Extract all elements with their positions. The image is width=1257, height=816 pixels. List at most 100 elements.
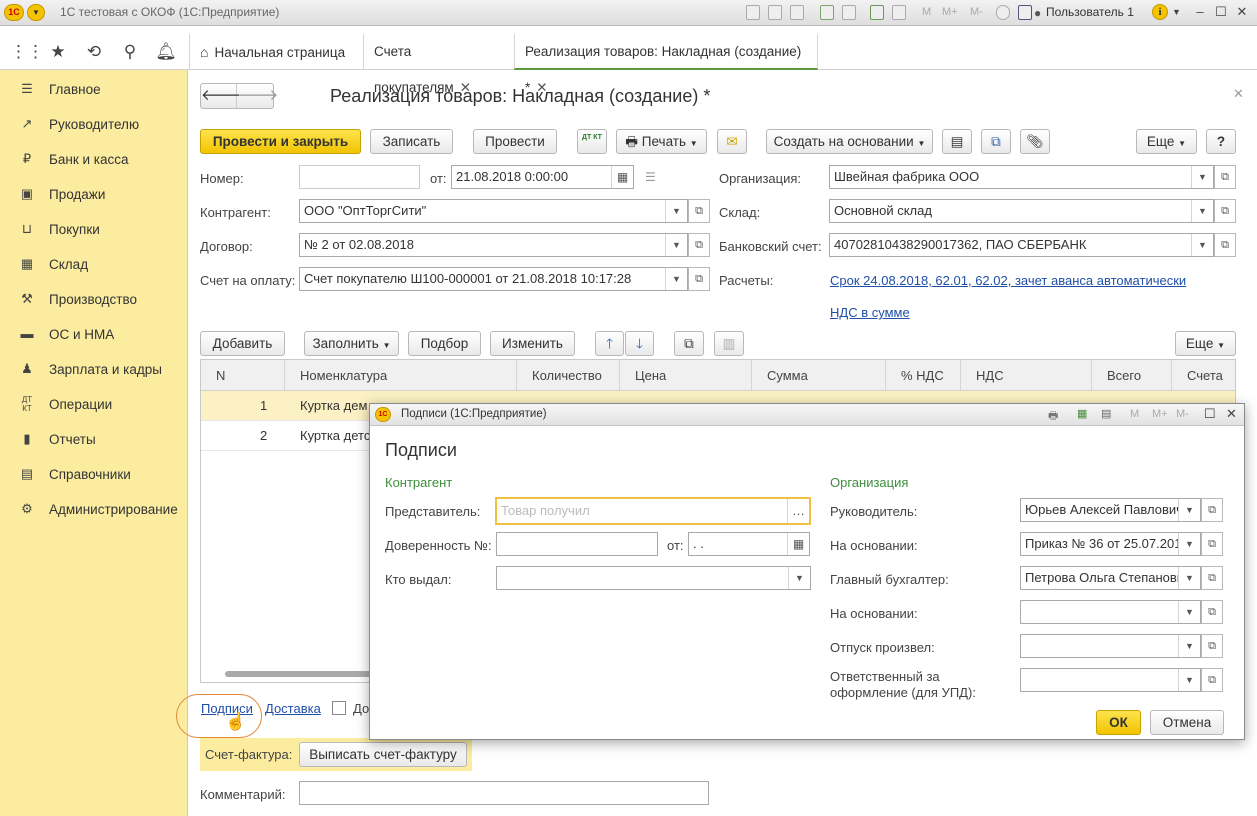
chevron-down-icon[interactable]: ▼ bbox=[1178, 567, 1200, 589]
calculator-icon[interactable]: ▦ bbox=[1077, 407, 1087, 420]
number-input[interactable] bbox=[299, 165, 420, 189]
memory-icon[interactable]: M bbox=[1130, 408, 1139, 420]
help-button[interactable]: ? bbox=[1206, 129, 1236, 154]
poa-date-input[interactable]: . . ▦ bbox=[688, 532, 810, 556]
chevron-down-icon[interactable]: ▼ bbox=[1191, 234, 1213, 256]
create-based-on-button[interactable]: Создать на основании ▼ bbox=[766, 129, 933, 154]
back-arrow-icon[interactable]: 🡐 bbox=[201, 84, 241, 108]
column-header[interactable]: Цена bbox=[620, 360, 752, 391]
apps-grid-icon[interactable]: ⋮⋮ bbox=[10, 41, 44, 63]
sidebar-item-warehouse[interactable]: ▦ Склад bbox=[18, 254, 88, 274]
issued-by-input[interactable]: ▼ bbox=[496, 566, 811, 590]
org-input[interactable]: Швейная фабрика ООО ▼ bbox=[829, 165, 1214, 189]
structure-icon[interactable]: ⧉ bbox=[981, 129, 1011, 154]
attachment-icon[interactable]: 📎︎ bbox=[1020, 129, 1050, 154]
chevron-down-icon[interactable]: ▼ bbox=[1178, 601, 1200, 623]
column-header[interactable]: Сумма bbox=[752, 360, 886, 391]
maximize-icon[interactable]: ☐ bbox=[1204, 406, 1216, 422]
issue-invoice-button[interactable]: Выписать счет-фактуру bbox=[299, 742, 467, 767]
power-of-attorney-input[interactable] bbox=[496, 532, 658, 556]
close-dialog-icon[interactable]: ✕ bbox=[1226, 406, 1237, 422]
close-form-icon[interactable]: ✕ bbox=[1233, 86, 1244, 102]
link-icon[interactable] bbox=[820, 5, 834, 20]
calendar-icon[interactable]: ▦ bbox=[787, 533, 809, 555]
open-icon[interactable]: ⧉ bbox=[688, 233, 710, 257]
zoom-icon[interactable] bbox=[996, 5, 1010, 20]
chevron-down-icon[interactable]: ▼ bbox=[1191, 166, 1213, 188]
manager-input[interactable]: Юрьев Алексей Павлович ▼ bbox=[1020, 498, 1201, 522]
chevron-down-icon[interactable]: ▼ bbox=[788, 567, 810, 589]
sidebar-item-salary[interactable]: ♟ Зарплата и кадры bbox=[18, 359, 162, 379]
open-icon[interactable]: ⧉ bbox=[1214, 199, 1236, 223]
date-input[interactable]: 21.08.2018 0:00:00 ▦ bbox=[451, 165, 634, 189]
memory-plus-icon[interactable]: M+ bbox=[942, 6, 958, 18]
calendar-icon[interactable] bbox=[892, 5, 906, 20]
save-icon[interactable] bbox=[746, 5, 760, 20]
delivery-link[interactable]: Доставка bbox=[265, 701, 321, 716]
basis2-input[interactable]: ▼ bbox=[1020, 600, 1201, 624]
ok-button[interactable]: ОК bbox=[1096, 710, 1141, 735]
open-icon[interactable]: ⧉ bbox=[1201, 600, 1223, 624]
table-more-button[interactable]: Еще ▼ bbox=[1175, 331, 1236, 356]
vat-link[interactable]: НДС в сумме bbox=[830, 305, 910, 320]
sidebar-item-manager[interactable]: ↗ Руководителю bbox=[18, 114, 140, 134]
sidebar-item-assets[interactable]: ▬ ОС и НМА bbox=[18, 324, 115, 344]
paste-row-icon[interactable]: ▥ bbox=[714, 331, 744, 356]
memory-minus-icon[interactable]: M- bbox=[1176, 408, 1189, 420]
representative-input[interactable]: Товар получил … bbox=[495, 497, 811, 525]
notifications-bell-icon[interactable]: 🔔︎ bbox=[154, 41, 178, 63]
column-header[interactable]: НДС bbox=[961, 360, 1092, 391]
contractor-input[interactable]: ООО "ОптТоргСити" ▼ bbox=[299, 199, 688, 223]
forward-arrow-icon[interactable]: 🡒 bbox=[238, 84, 278, 108]
calendar-icon[interactable]: ▤ bbox=[1101, 407, 1111, 420]
minimize-icon[interactable]: – bbox=[1190, 3, 1210, 21]
basis1-input[interactable]: Приказ № 36 от 25.07.2018 ▼ bbox=[1020, 532, 1201, 556]
comment-input[interactable] bbox=[299, 781, 709, 805]
cancel-button[interactable]: Отмена bbox=[1150, 710, 1224, 735]
settlements-link[interactable]: Срок 24.08.2018, 62.01, 62.02, зачет ава… bbox=[830, 273, 1186, 288]
chevron-down-icon[interactable]: ▼ bbox=[665, 200, 687, 222]
column-header[interactable]: Счета bbox=[1172, 360, 1235, 391]
move-up-icon[interactable]: 🡑 bbox=[595, 331, 624, 356]
invoice-input[interactable]: Счет покупателю Ш100-000001 от 21.08.201… bbox=[299, 267, 688, 291]
change-button[interactable]: Изменить bbox=[490, 331, 575, 356]
column-header[interactable]: Номенклатура bbox=[285, 360, 517, 391]
print-icon[interactable]: 🖶︎ bbox=[1048, 407, 1058, 426]
sidebar-item-production[interactable]: ⚒ Производство bbox=[18, 289, 137, 309]
bookmark-icon[interactable] bbox=[842, 5, 856, 20]
chevron-down-icon[interactable]: ▼ bbox=[665, 268, 687, 290]
open-icon[interactable]: ⧉ bbox=[1201, 634, 1223, 658]
fill-button[interactable]: Заполнить ▼ bbox=[304, 331, 399, 356]
column-header[interactable]: N bbox=[201, 360, 285, 391]
search-icon[interactable]: ⚲ bbox=[118, 41, 142, 63]
chevron-down-icon[interactable]: ▼ bbox=[1178, 669, 1200, 691]
memory-minus-icon[interactable]: M- bbox=[970, 6, 983, 18]
sidebar-item-catalogs[interactable]: ▤ Справочники bbox=[18, 464, 131, 484]
email-button[interactable]: ✉ bbox=[717, 129, 747, 154]
open-icon[interactable]: ⧉ bbox=[1214, 233, 1236, 257]
sidebar-item-admin[interactable]: ⚙ Администрирование bbox=[18, 499, 178, 519]
horizontal-scrollbar[interactable] bbox=[225, 671, 375, 677]
comment-lines-icon[interactable]: ☰ bbox=[645, 170, 656, 184]
favorites-star-icon[interactable]: ★ bbox=[46, 41, 70, 63]
chevron-down-icon[interactable]: ▼ bbox=[1178, 533, 1200, 555]
select-ellipsis-icon[interactable]: … bbox=[787, 499, 809, 523]
chevron-down-icon[interactable]: ▼ bbox=[1178, 499, 1200, 521]
chevron-down-icon[interactable]: ▼ bbox=[1178, 635, 1200, 657]
sidebar-item-main[interactable]: ☰ Главное bbox=[18, 79, 100, 99]
close-window-icon[interactable]: ✕ bbox=[1232, 3, 1252, 21]
preview-icon[interactable] bbox=[790, 5, 804, 20]
select-button[interactable]: Подбор bbox=[408, 331, 481, 356]
released-by-input[interactable]: ▼ bbox=[1020, 634, 1201, 658]
open-icon[interactable]: ⧉ bbox=[1201, 668, 1223, 692]
sidebar-item-purchases[interactable]: ⊔ Покупки bbox=[18, 219, 100, 239]
column-header[interactable]: % НДС bbox=[886, 360, 961, 391]
column-header[interactable]: Всего bbox=[1092, 360, 1172, 391]
save-button[interactable]: Записать bbox=[370, 129, 453, 154]
panels-icon[interactable] bbox=[1018, 5, 1032, 20]
sidebar-item-bank[interactable]: ₽ Банк и касса bbox=[18, 149, 129, 169]
dt-kt-button[interactable]: ДТ КТ bbox=[577, 129, 607, 154]
chief-accountant-input[interactable]: Петрова Ольга Степановна ▼ bbox=[1020, 566, 1201, 590]
tab-sales-invoice[interactable]: Реализация товаров: Накладная (создание)… bbox=[514, 34, 818, 95]
open-icon[interactable]: ⧉ bbox=[688, 267, 710, 291]
